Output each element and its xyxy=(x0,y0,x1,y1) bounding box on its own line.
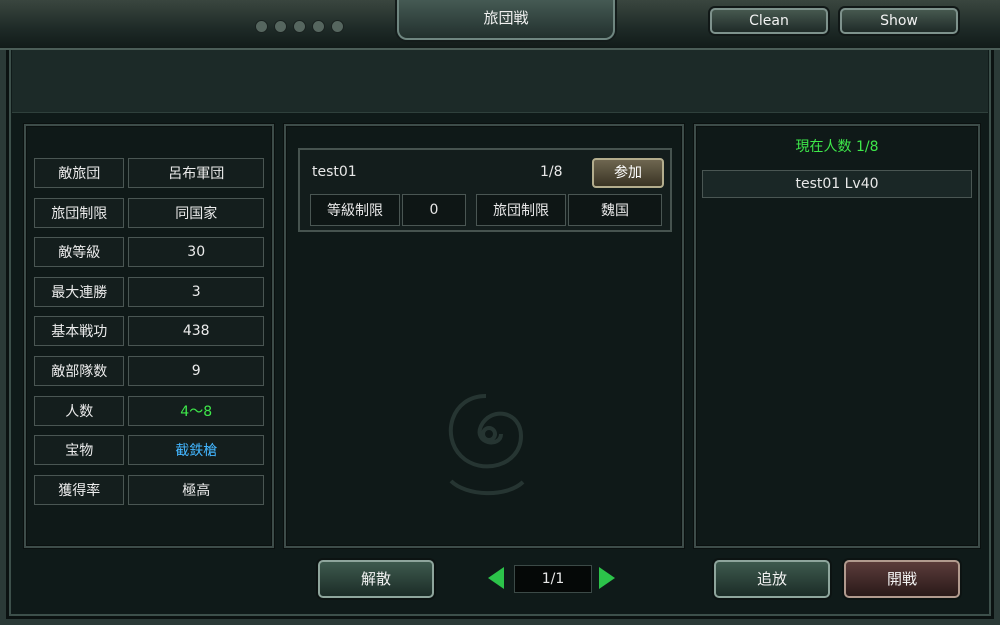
next-page-icon[interactable] xyxy=(599,567,615,589)
knob-icon xyxy=(274,20,287,33)
level-limit-value: 0 xyxy=(402,194,466,226)
info-row-player-count: 人数 4～8 xyxy=(34,396,264,426)
dragon-emblem-icon xyxy=(448,394,525,496)
info-row-base-merit: 基本戦功 438 xyxy=(34,316,264,346)
room-card[interactable]: test01 1/8 参加 等級制限 0 旅団制限 魏国 xyxy=(298,148,672,232)
knob-icon xyxy=(312,20,325,33)
info-value[interactable]: 截鉄槍 xyxy=(128,435,264,465)
info-value: 呂布軍団 xyxy=(128,158,264,188)
background-hud-text xyxy=(8,0,248,18)
show-button[interactable]: Show xyxy=(840,8,958,34)
knob-icon xyxy=(331,20,344,33)
brigade-limit-value: 魏国 xyxy=(568,194,662,226)
brigade-limit-label: 旅団制限 xyxy=(476,194,566,226)
info-row-enemy-level: 敵等級 30 xyxy=(34,237,264,267)
brigade-info-panel: 敵旅団 呂布軍団 旅団制限 同国家 敵等級 30 最大連勝 3 基本戦功 438… xyxy=(24,124,274,548)
room-member-count: 1/8 xyxy=(540,164,563,180)
info-row-enemy-units: 敵部隊数 9 xyxy=(34,356,264,386)
prev-page-icon[interactable] xyxy=(488,567,504,589)
kick-button[interactable]: 追放 xyxy=(714,560,830,598)
room-name: test01 xyxy=(312,164,357,180)
info-value: 438 xyxy=(128,316,264,346)
info-label: 旅団制限 xyxy=(34,198,125,228)
member-row[interactable]: test01 Lv40 xyxy=(702,170,972,198)
info-label: 敵部隊数 xyxy=(34,356,125,386)
room-list-panel: test01 1/8 参加 等級制限 0 旅団制限 魏国 xyxy=(284,124,684,548)
info-row-drop-rate: 獲得率 極高 xyxy=(34,475,264,505)
knob-icon xyxy=(293,20,306,33)
clean-button[interactable]: Clean xyxy=(710,8,828,34)
knob-icon xyxy=(255,20,268,33)
start-battle-button[interactable]: 開戦 xyxy=(844,560,960,598)
info-value: 同国家 xyxy=(128,198,264,228)
info-row-treasure: 宝物 截鉄槍 xyxy=(34,435,264,465)
member-count-title: 現在人数 1/8 xyxy=(795,139,879,155)
info-row-enemy-brigade: 敵旅団 呂布軍団 xyxy=(34,158,264,188)
info-value: 極高 xyxy=(128,475,264,505)
info-label: 最大連勝 xyxy=(34,277,125,307)
info-label: 敵等級 xyxy=(34,237,125,267)
info-label: 宝物 xyxy=(34,435,125,465)
info-row-brigade-limit: 旅団制限 同国家 xyxy=(34,198,264,228)
window-title: 旅団戦 xyxy=(483,9,529,27)
info-row-max-streak: 最大連勝 3 xyxy=(34,277,264,307)
header-band xyxy=(12,50,988,113)
info-label: 人数 xyxy=(34,396,125,426)
info-label: 敵旅団 xyxy=(34,158,125,188)
info-value: 3 xyxy=(128,277,264,307)
window-title-tab: 旅団戦 xyxy=(397,0,615,40)
info-value: 9 xyxy=(128,356,264,386)
page-indicator: 1/1 xyxy=(514,565,592,593)
level-limit-label: 等級制限 xyxy=(310,194,400,226)
members-panel: 現在人数 1/8 test01 Lv40 xyxy=(694,124,980,548)
info-value: 30 xyxy=(128,237,264,267)
disband-button[interactable]: 解散 xyxy=(318,560,434,598)
join-button[interactable]: 参加 xyxy=(592,158,664,188)
info-label: 獲得率 xyxy=(34,475,125,505)
info-value: 4～8 xyxy=(128,396,264,426)
info-label: 基本戦功 xyxy=(34,316,125,346)
decorative-knobs xyxy=(255,20,344,33)
